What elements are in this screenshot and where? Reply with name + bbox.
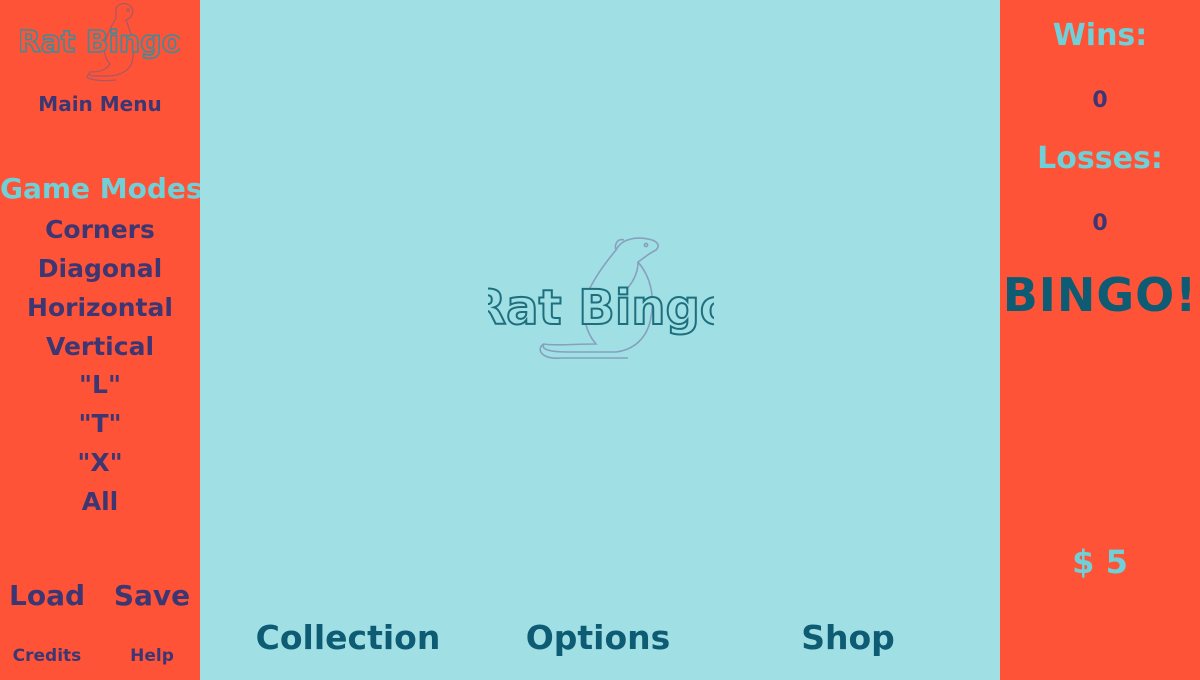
shop-button[interactable]: Shop <box>738 618 958 657</box>
logo-text-large: Rat Bingo <box>488 280 714 336</box>
wins-label: Wins: <box>1052 18 1148 53</box>
mode-all-button[interactable]: All <box>0 487 200 516</box>
bingo-button[interactable]: BINGO! <box>1000 268 1200 322</box>
money-balance: $ 5 <box>1072 543 1128 581</box>
main-menu-button[interactable]: Main Menu <box>0 92 200 116</box>
losses-value: 0 <box>1092 211 1108 236</box>
mode-x-button[interactable]: "X" <box>0 448 200 477</box>
load-button[interactable]: Load <box>0 579 94 612</box>
mode-t-button[interactable]: "T" <box>0 409 200 438</box>
wins-value: 0 <box>1092 88 1108 113</box>
game-board-area: Rat Bingo Collection Options Shop <box>200 0 1000 680</box>
mode-vertical-button[interactable]: Vertical <box>0 332 200 361</box>
losses-label: Losses: <box>1037 141 1163 176</box>
mode-corners-button[interactable]: Corners <box>0 215 200 244</box>
save-button[interactable]: Save <box>104 579 200 612</box>
logo-text-small: Rat Bingo <box>20 25 180 60</box>
mode-l-button[interactable]: "L" <box>0 370 200 399</box>
right-sidebar: Wins: 0 Losses: 0 BINGO! $ 5 <box>1000 0 1200 680</box>
rat-bingo-logo-small[interactable]: Rat Bingo <box>20 0 180 84</box>
collection-button[interactable]: Collection <box>238 618 458 657</box>
help-button[interactable]: Help <box>104 646 200 666</box>
mode-diagonal-button[interactable]: Diagonal <box>0 254 200 283</box>
game-modes-title: Game Modes <box>0 172 203 205</box>
mode-horizontal-button[interactable]: Horizontal <box>0 293 200 322</box>
rat-bingo-logo-large: Rat Bingo <box>488 237 714 359</box>
credits-button[interactable]: Credits <box>0 646 94 666</box>
options-button[interactable]: Options <box>488 618 708 657</box>
left-sidebar: Rat Bingo Main Menu Game Modes Corners D… <box>0 0 203 680</box>
